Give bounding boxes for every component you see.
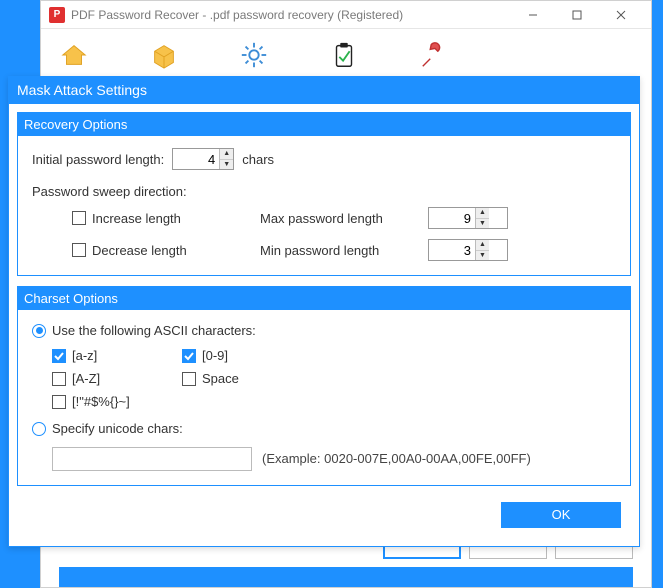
unicode-radio-label: Specify unicode chars: <box>52 421 183 436</box>
min-length-spinner[interactable]: ▲▼ <box>475 240 489 260</box>
unicode-radio[interactable]: Specify unicode chars: <box>32 421 183 436</box>
increase-length-checkbox[interactable]: Increase length <box>72 211 252 226</box>
window-title: PDF Password Recover - .pdf password rec… <box>71 8 511 22</box>
spin-down-icon[interactable]: ▼ <box>476 251 489 261</box>
ascii-radio-label: Use the following ASCII characters: <box>52 323 256 338</box>
increase-length-label: Increase length <box>92 211 181 226</box>
charset-az-checkbox[interactable]: [a-z] <box>52 348 182 363</box>
min-length-stepper[interactable]: ▲▼ <box>428 239 508 261</box>
spin-down-icon[interactable]: ▼ <box>220 160 233 170</box>
charset-options-panel: Charset Options Use the following ASCII … <box>17 286 631 486</box>
minimize-button[interactable] <box>511 1 555 29</box>
ok-button[interactable]: OK <box>501 502 621 528</box>
clipboard-icon[interactable] <box>329 40 359 70</box>
min-length-label: Min password length <box>260 243 420 258</box>
charset-symbols-label: [!"#$%{}~] <box>72 394 130 409</box>
spin-down-icon[interactable]: ▼ <box>476 219 489 229</box>
progress-bar <box>59 567 633 587</box>
wrench-icon[interactable] <box>419 40 449 70</box>
charset-09-checkbox[interactable]: [0-9] <box>182 348 312 363</box>
decrease-length-checkbox[interactable]: Decrease length <box>72 243 252 258</box>
titlebar: P PDF Password Recover - .pdf password r… <box>41 1 651 29</box>
ascii-radio[interactable]: Use the following ASCII characters: <box>32 323 256 338</box>
decrease-length-label: Decrease length <box>92 243 187 258</box>
recovery-options-panel: Recovery Options Initial password length… <box>17 112 631 276</box>
max-length-label: Max password length <box>260 211 420 226</box>
max-length-input[interactable] <box>429 208 475 228</box>
charset-upper-az-checkbox[interactable]: [A-Z] <box>52 371 182 386</box>
max-length-spinner[interactable]: ▲▼ <box>475 208 489 228</box>
toolbar <box>41 29 651 75</box>
initial-length-stepper[interactable]: ▲▼ <box>172 148 234 170</box>
spin-up-icon[interactable]: ▲ <box>476 208 489 219</box>
sweep-label: Password sweep direction: <box>32 184 616 199</box>
chars-suffix: chars <box>242 152 274 167</box>
initial-length-label: Initial password length: <box>32 152 164 167</box>
charset-space-label: Space <box>202 371 239 386</box>
initial-length-row: Initial password length: ▲▼ chars <box>32 148 616 170</box>
app-icon: P <box>49 7 65 23</box>
initial-length-spinner[interactable]: ▲▼ <box>219 149 233 169</box>
charset-09-label: [0-9] <box>202 348 228 363</box>
box-icon[interactable] <box>149 40 179 70</box>
mask-attack-dialog: Mask Attack Settings Recovery Options In… <box>8 76 640 547</box>
unicode-input[interactable] <box>52 447 252 471</box>
charset-symbols-checkbox[interactable]: [!"#$%{}~] <box>52 394 182 409</box>
min-length-input[interactable] <box>429 240 475 260</box>
spin-up-icon[interactable]: ▲ <box>220 149 233 160</box>
close-button[interactable] <box>599 1 643 29</box>
charset-options-header: Charset Options <box>18 287 630 310</box>
dialog-title: Mask Attack Settings <box>9 77 639 104</box>
charset-az-label: [a-z] <box>72 348 97 363</box>
maximize-button[interactable] <box>555 1 599 29</box>
spin-up-icon[interactable]: ▲ <box>476 240 489 251</box>
max-length-stepper[interactable]: ▲▼ <box>428 207 508 229</box>
charset-upper-az-label: [A-Z] <box>72 371 100 386</box>
home-icon[interactable] <box>59 40 89 70</box>
unicode-example: (Example: 0020-007E,00A0-00AA,00FE,00FF) <box>262 451 531 466</box>
gear-icon[interactable] <box>239 40 269 70</box>
initial-length-input[interactable] <box>173 149 219 169</box>
charset-space-checkbox[interactable]: Space <box>182 371 312 386</box>
recovery-options-header: Recovery Options <box>18 113 630 136</box>
